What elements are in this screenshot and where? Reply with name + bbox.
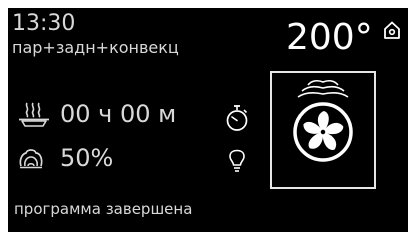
lamp-button[interactable] xyxy=(228,149,246,173)
temperature-display[interactable]: 200° xyxy=(286,18,373,58)
convection-fan-icon xyxy=(293,79,353,162)
steam-dish-icon xyxy=(19,102,49,127)
timer-button[interactable] xyxy=(224,104,250,132)
timer-icon xyxy=(226,105,248,131)
convection-fan-button[interactable] xyxy=(270,71,376,189)
clock-time: 13:30 xyxy=(12,11,76,36)
status-message: программа завершена xyxy=(14,200,193,218)
humidity-icon xyxy=(19,149,43,169)
cooking-mode-label[interactable]: пар+задн+конвекц xyxy=(12,38,179,58)
humidity-value: 50% xyxy=(60,144,114,172)
home-icon xyxy=(384,21,400,39)
cooking-time-value: 00 ч 00 м xyxy=(60,100,177,128)
lamp-icon xyxy=(229,149,245,172)
home-button[interactable] xyxy=(382,20,402,40)
oven-display: 13:30 пар+задн+конвекц 200° 00 ч 00 м 50… xyxy=(8,8,408,232)
